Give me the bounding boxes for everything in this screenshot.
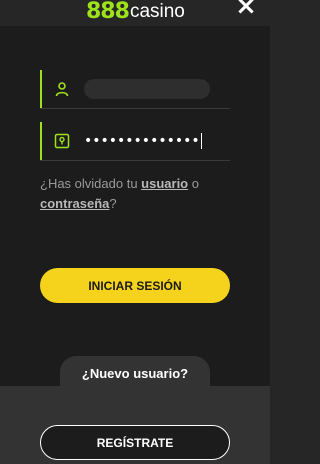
logo-word: casino bbox=[129, 1, 185, 22]
field-accent-bar bbox=[40, 122, 42, 160]
forgot-middle: o bbox=[188, 176, 199, 191]
field-accent-bar bbox=[40, 70, 42, 108]
forgot-password-link[interactable]: contraseña bbox=[40, 196, 109, 211]
keyhole-icon bbox=[54, 133, 70, 149]
user-icon bbox=[55, 82, 69, 97]
new-user-prompt: ¿Nuevo usuario? bbox=[81, 366, 189, 381]
password-value: •••••••••••••• bbox=[84, 133, 200, 149]
password-field[interactable]: •••••••••••••• bbox=[40, 122, 230, 161]
forgot-username-link[interactable]: usuario bbox=[141, 176, 188, 191]
password-input[interactable]: •••••••••••••• bbox=[84, 131, 230, 151]
close-icon[interactable]: × bbox=[234, 0, 258, 19]
username-input[interactable] bbox=[84, 79, 210, 99]
logo-number: 888 bbox=[86, 0, 130, 24]
register-button[interactable]: REGÍSTRATE bbox=[40, 425, 230, 460]
forgot-suffix: ? bbox=[109, 196, 117, 211]
top-bar: 888 casino × bbox=[0, 0, 270, 26]
text-caret bbox=[200, 133, 202, 149]
username-field[interactable] bbox=[40, 70, 230, 109]
login-panel: •••••••••••••• ¿Has olvidado tu usuario … bbox=[0, 26, 270, 386]
forgot-prefix: ¿Has olvidado tu bbox=[40, 176, 142, 191]
888casino-logo: 888 casino bbox=[86, 0, 185, 23]
forgot-credentials-text: ¿Has olvidado tu usuario o contraseña? bbox=[40, 174, 240, 214]
login-button[interactable]: INICIAR SESIÓN bbox=[40, 268, 230, 303]
